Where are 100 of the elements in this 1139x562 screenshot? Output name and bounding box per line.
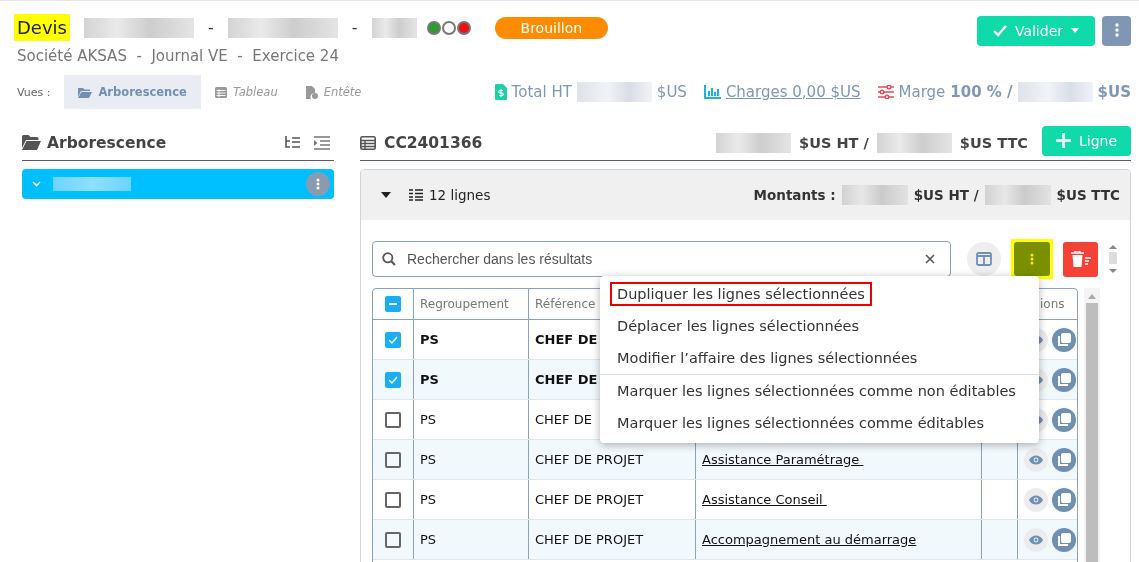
row-checkbox[interactable] [385, 531, 401, 548]
document-title: Devis [14, 14, 70, 41]
copy-icon [1057, 372, 1071, 387]
margin-currency: $US [1097, 83, 1131, 101]
bar-chart-icon [703, 85, 721, 99]
table-cell: CHEF DE PROJET [535, 492, 644, 507]
status-badge: Brouillon [494, 16, 609, 39]
copy-icon [1057, 492, 1071, 507]
designation-link[interactable]: Assistance Conseil [702, 492, 827, 507]
tree-list-icon[interactable] [284, 135, 300, 150]
invoice-icon [494, 84, 507, 100]
trash-icon [1070, 251, 1091, 267]
sliders-icon [877, 85, 894, 99]
clear-icon[interactable] [925, 254, 935, 264]
row-checkbox[interactable] [385, 371, 401, 388]
total-currency: $US [656, 83, 687, 101]
delete-button[interactable] [1063, 241, 1098, 277]
menu-item[interactable]: Dupliquer les lignes sélectionnées [610, 282, 872, 306]
duplicate-button[interactable] [1052, 487, 1076, 512]
kebab-icon [1030, 253, 1034, 265]
row-checkbox[interactable] [385, 411, 401, 428]
table-cell: PS [420, 532, 437, 547]
folder-icon [78, 86, 93, 98]
kebab-icon [316, 178, 320, 190]
duplicate-button[interactable] [1052, 407, 1076, 432]
views-label: Vues : [17, 85, 51, 99]
view-button[interactable] [1024, 447, 1048, 472]
row-checkbox[interactable] [385, 331, 401, 348]
list-icon [409, 189, 423, 201]
separator: - [207, 18, 214, 37]
menu-item[interactable]: Marquer les lignes sélectionnées comme éditables [610, 411, 992, 435]
table-icon [360, 135, 376, 150]
kebab-icon [1114, 22, 1119, 37]
blurred-text [371, 17, 417, 38]
duplicate-button[interactable] [1052, 367, 1076, 392]
amount-ht: $US HT / [913, 187, 979, 203]
select-all-checkbox[interactable] [385, 296, 401, 312]
more-button[interactable] [306, 172, 330, 196]
check-icon [992, 25, 1007, 37]
table-cell: CHEF DE PROJET [535, 452, 644, 467]
indent-icon[interactable] [314, 135, 330, 150]
caret-icon[interactable] [381, 192, 391, 198]
table-cell: PS [420, 492, 437, 507]
columns-icon [976, 252, 992, 266]
scrollbar[interactable] [1084, 288, 1100, 562]
more-button[interactable] [1014, 242, 1050, 276]
document-subtitle: Société AKSAS - Journal VE - Exercice 24 [17, 47, 340, 65]
table-cell: CHEF DE [535, 372, 598, 387]
columns-button[interactable] [967, 242, 1001, 276]
line-count: 12 lignes [429, 187, 491, 203]
menu-item[interactable]: Modifier l’affaire des lignes sélectionnées [610, 346, 925, 370]
table-cell: PS [420, 332, 439, 347]
check-icon [388, 335, 398, 344]
table-cell: CHEF DE [535, 412, 592, 427]
folder-icon [22, 135, 41, 150]
document-code: CC2401366 [384, 133, 483, 152]
row-checkbox[interactable] [385, 491, 401, 508]
blurred-text [841, 185, 908, 205]
menu-item[interactable]: Déplacer les lignes sélectionnées [610, 314, 867, 338]
chevron-icon[interactable] [32, 181, 41, 187]
column-header[interactable]: Regroupement [420, 297, 509, 311]
total-label: Total HT [511, 83, 572, 101]
amount-ht: $US HT / [799, 134, 869, 151]
menu-item[interactable]: Marquer les lignes sélectionnées comme non éditables [610, 379, 1023, 403]
copy-icon [1057, 532, 1071, 547]
table-cell: CHEF DE [535, 332, 598, 347]
copy-icon [1057, 452, 1071, 467]
scroll-arrows[interactable] [1108, 244, 1118, 274]
caret-icon [1071, 28, 1079, 34]
duplicate-button[interactable] [1052, 447, 1076, 472]
amounts-label: Montants : [753, 187, 836, 203]
file-info-icon [305, 85, 318, 99]
tree-item[interactable] [22, 169, 334, 199]
copy-icon [1057, 332, 1071, 347]
panel-title: Arborescence [47, 133, 167, 152]
table-icon [214, 86, 227, 98]
view-button[interactable] [1024, 527, 1048, 552]
search-icon [382, 252, 396, 266]
blurred-text [984, 185, 1051, 205]
scroll-up-icon[interactable] [1088, 294, 1096, 299]
margin-label: Marge [898, 83, 946, 101]
plus-icon [1055, 133, 1071, 148]
amount-ttc: $US TTC [1056, 187, 1120, 203]
column-header: ions [1039, 297, 1065, 311]
margin-value: 100 % / [950, 83, 1013, 101]
table-cell: CHEF DE PROJET [535, 532, 644, 547]
copy-icon [1057, 412, 1071, 427]
amount-ttc: $US TTC [959, 134, 1028, 151]
more-button[interactable] [1102, 16, 1131, 46]
check-icon [388, 375, 398, 384]
table-cell: PS [420, 452, 437, 467]
duplicate-button[interactable] [1052, 527, 1076, 552]
search-field[interactable]: Rechercher dans les résultats [372, 241, 951, 277]
duplicate-button[interactable] [1052, 327, 1076, 352]
table-cell: PS [420, 412, 437, 427]
row-checkbox[interactable] [385, 451, 401, 468]
view-button[interactable] [1024, 487, 1048, 512]
table-cell: PS [420, 372, 439, 387]
separator: - [351, 18, 358, 37]
column-header[interactable]: Référence [535, 297, 596, 311]
